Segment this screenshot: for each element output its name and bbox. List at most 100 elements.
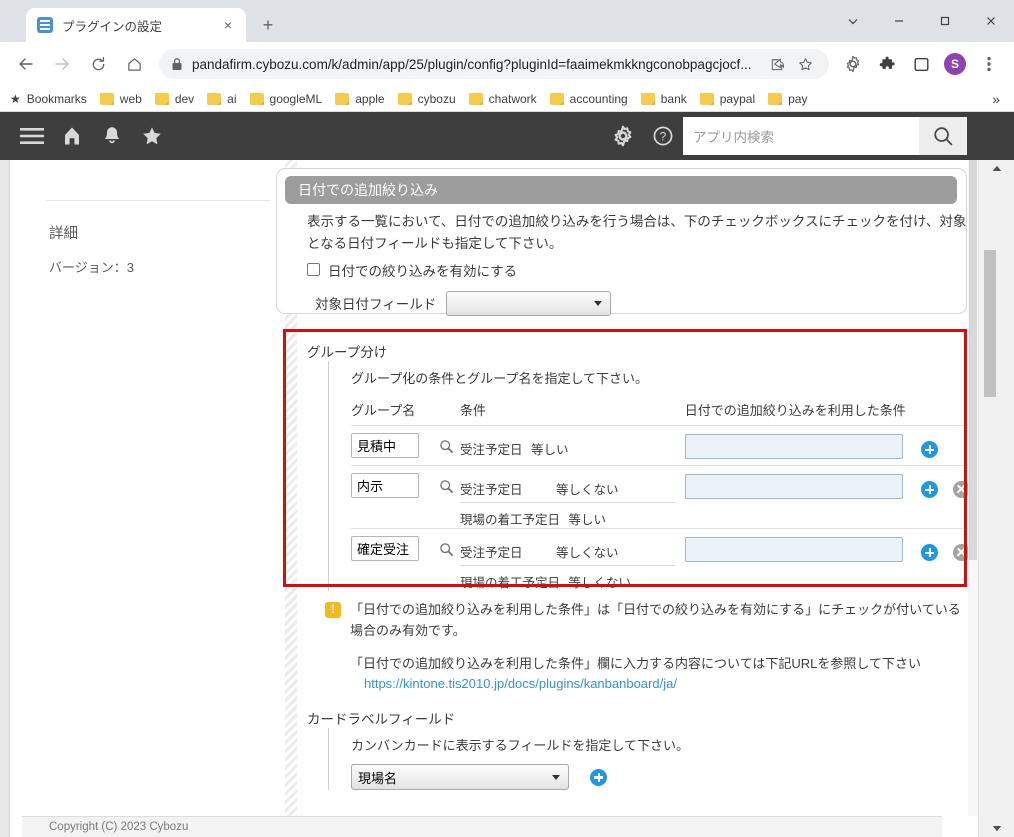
extensions-gear-icon[interactable]: [839, 50, 867, 78]
new-tab-button[interactable]: +: [254, 11, 282, 39]
date-condition-cell: [685, 466, 914, 529]
bookmark-folder-chatwork[interactable]: chatwork: [469, 92, 537, 106]
date-condition-input[interactable]: [685, 537, 903, 562]
browser-tab[interactable]: プラグインの設定 ×: [26, 8, 246, 42]
forward-icon[interactable]: [47, 49, 77, 79]
enable-date-filter-row[interactable]: 日付での絞り込みを有効にする: [307, 260, 952, 280]
bookmarks-overflow-button[interactable]: »: [992, 91, 1004, 107]
bookmark-folder-accounting[interactable]: accounting: [550, 92, 628, 106]
divider: [46, 200, 271, 201]
plus-circle-icon[interactable]: [921, 481, 938, 498]
maximize-icon[interactable]: [922, 0, 968, 42]
address-bar[interactable]: pandafirm.cybozu.com/k/admin/app/25/plug…: [159, 49, 829, 79]
table-row: 内示 受注予定日 等しくない: [351, 466, 978, 529]
home-icon[interactable]: [119, 49, 149, 79]
group-name-input[interactable]: 確定受注: [351, 536, 419, 561]
lock-icon: [171, 57, 183, 71]
window-controls: [830, 0, 1014, 42]
bookmark-folder-bank[interactable]: bank: [641, 92, 687, 106]
bookmark-folder-dev[interactable]: dev: [155, 92, 194, 106]
home-icon[interactable]: [52, 116, 92, 156]
browser-toolbar: pandafirm.cybozu.com/k/admin/app/25/plug…: [0, 42, 1014, 86]
card-label-field-description: カンバンカードに表示するフィールドを指定して下さい。: [351, 735, 978, 754]
back-icon[interactable]: [11, 49, 41, 79]
folder-icon: [100, 93, 114, 105]
group-name-input[interactable]: 見積中: [351, 433, 419, 458]
info-text: 「日付での追加絞り込みを利用した条件」欄に入力する内容については下記URLを参照…: [350, 656, 921, 671]
magnifier-icon[interactable]: [434, 466, 460, 494]
condition-cell: 受注予定日 等しくない 現場の着工予定日 等しくない: [460, 529, 685, 592]
bell-icon[interactable]: [92, 116, 132, 156]
group-search-cell: [434, 529, 460, 592]
page-scrollbar[interactable]: [978, 160, 1014, 837]
bookmark-folder-apple[interactable]: apple: [335, 92, 384, 106]
kebab-menu-icon[interactable]: [975, 50, 1003, 78]
plus-circle-icon[interactable]: [590, 769, 607, 786]
bookmark-folder-web[interactable]: web: [100, 92, 142, 106]
group-name-cell: 内示: [351, 466, 434, 529]
chevron-down-icon[interactable]: [830, 0, 876, 42]
toolbar-icons: S: [836, 50, 1006, 78]
page-body: 詳細 バージョン：3 日付での追加絞り込み 表示する一覧において、日付での追加絞…: [0, 160, 1014, 837]
condition-operator: 等しい: [568, 513, 606, 527]
magnifier-icon[interactable]: [434, 426, 460, 454]
folder-icon: [250, 93, 264, 105]
scroll-down-arrow[interactable]: [979, 820, 1014, 837]
help-icon[interactable]: ?: [643, 116, 683, 156]
condition-cell: 受注予定日 等しくない 現場の着工予定日 等しい: [460, 466, 685, 529]
inner-scrollbar-thumb[interactable]: [969, 160, 977, 560]
app-search-input[interactable]: アプリ内検索: [683, 117, 919, 155]
scrollbar-track[interactable]: [979, 177, 1014, 820]
star-icon[interactable]: [132, 116, 172, 156]
plus-circle-icon[interactable]: [921, 544, 938, 561]
minimize-icon[interactable]: [876, 0, 922, 42]
add-row-cell: [914, 529, 945, 592]
gear-icon[interactable]: [603, 116, 643, 156]
hamburger-icon[interactable]: [12, 116, 52, 156]
table-row: 見積中 受注予定日 等しい: [351, 426, 978, 466]
date-condition-input[interactable]: [685, 434, 903, 459]
magnifier-icon[interactable]: [434, 529, 460, 557]
date-condition-input[interactable]: [685, 474, 903, 499]
bookmark-folder-cybozu[interactable]: cybozu: [398, 92, 456, 106]
group-search-cell: [434, 426, 460, 466]
folder-icon: [641, 93, 655, 105]
bookmark-folder-pay[interactable]: pay: [768, 92, 807, 106]
search-icon[interactable]: [919, 117, 967, 155]
star-icon[interactable]: [793, 52, 817, 76]
enable-date-filter-checkbox[interactable]: [307, 263, 320, 276]
plugin-detail-sidebar: 詳細 バージョン：3: [11, 160, 289, 837]
puzzle-icon[interactable]: [873, 50, 901, 78]
sidepanel-icon[interactable]: [907, 50, 935, 78]
bookmark-manager[interactable]: ★ Bookmarks: [10, 92, 87, 106]
star-icon: ★: [10, 92, 21, 106]
docs-link[interactable]: https://kintone.tis2010.jp/docs/plugins/…: [364, 674, 677, 695]
avatar[interactable]: S: [941, 50, 969, 78]
card-label-field-select[interactable]: 現場名: [351, 764, 569, 790]
footer: Copyright (C) 2023 Cybozu: [22, 816, 942, 837]
copyright-text: Copyright (C) 2023 Cybozu: [49, 821, 188, 833]
target-date-field-select[interactable]: [446, 291, 611, 316]
tab-title: プラグインの設定: [62, 16, 218, 35]
chevron-down-icon: [594, 301, 602, 306]
grouping-table-header: グループ名 条件 日付での追加絞り込みを利用した条件: [351, 400, 978, 426]
close-icon[interactable]: [968, 0, 1014, 42]
scrollbar-thumb[interactable]: [984, 250, 996, 397]
header-tail-gap: [967, 112, 1014, 160]
share-icon[interactable]: [765, 52, 789, 76]
scroll-up-arrow[interactable]: [979, 160, 1014, 177]
inner-scrollbar[interactable]: [968, 160, 978, 816]
plus-circle-icon[interactable]: [921, 441, 938, 458]
bookmark-folder-ai[interactable]: ai: [207, 92, 236, 106]
date-filter-panel: 日付での追加絞り込み 表示する一覧において、日付での追加絞り込みを行う場合は、下…: [276, 168, 967, 314]
group-name-cell: 確定受注: [351, 529, 434, 592]
reload-icon[interactable]: [83, 49, 113, 79]
bookmark-folder-googleml[interactable]: googleML: [250, 92, 323, 106]
bookmark-folder-paypal[interactable]: paypal: [700, 92, 755, 106]
bookmark-label: Bookmarks: [27, 92, 87, 106]
close-icon[interactable]: ×: [218, 15, 238, 35]
condition-operator: 等しい: [531, 443, 569, 457]
condition-field: 受注予定日: [460, 479, 556, 498]
warning-text: 「日付での追加絞り込みを利用した条件」は「日付での絞り込みを有効にする」にチェッ…: [350, 600, 961, 642]
group-name-input[interactable]: 内示: [351, 473, 419, 498]
